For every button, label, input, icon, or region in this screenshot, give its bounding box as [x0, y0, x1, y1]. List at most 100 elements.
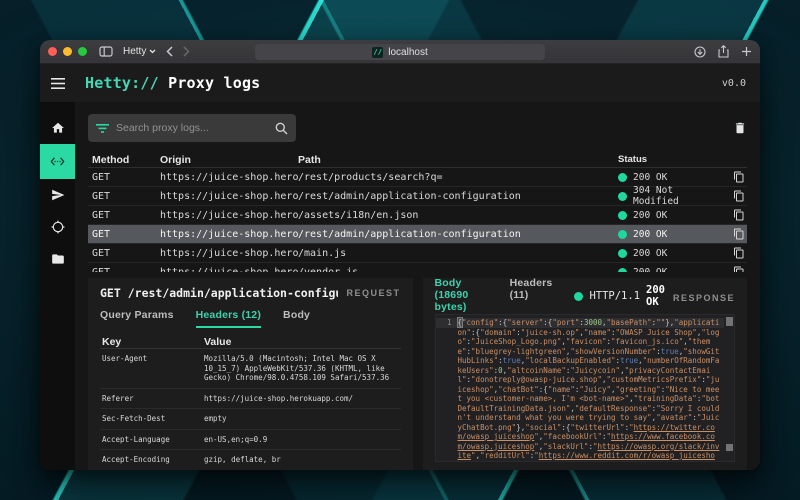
request-title: GET /rest/admin/application-configuratio… — [100, 286, 338, 300]
trash-icon — [733, 121, 747, 135]
request-tab[interactable]: Query Params — [100, 309, 174, 328]
chevron-down-icon — [149, 49, 156, 54]
filter-icon[interactable] — [96, 124, 109, 133]
header-row: User-Agent Mozilla/5.0 (Macintosh; Intel… — [100, 349, 401, 389]
table-row[interactable]: GET https://juice-shop.herokuapp.com /ma… — [88, 244, 747, 263]
status-dot — [618, 211, 627, 220]
header-key: Sec-Fetch-Dest — [100, 414, 204, 424]
row-origin: https://juice-shop.herokuapp.com — [160, 172, 298, 183]
copy-button[interactable] — [733, 247, 745, 259]
copy-button[interactable] — [733, 171, 745, 183]
sidebar-item-scope[interactable] — [40, 211, 75, 243]
table-row[interactable]: GET https://juice-shop.herokuapp.com /re… — [88, 187, 747, 206]
header-key: User-Agent — [100, 354, 204, 383]
copy-icon — [733, 209, 745, 221]
clear-logs-button[interactable] — [733, 121, 747, 135]
browser-sidebar-toggle-icon[interactable] — [99, 46, 113, 57]
request-pane: GET /rest/admin/application-configuratio… — [88, 278, 413, 470]
row-status: 200 OK — [618, 172, 723, 183]
sidebar-item-projects[interactable] — [40, 243, 75, 275]
editor-scrollbar[interactable] — [725, 317, 733, 459]
zoom-window-button[interactable] — [78, 47, 87, 56]
minimize-window-button[interactable] — [63, 47, 72, 56]
col-status: Status — [618, 154, 723, 165]
traffic-lights — [48, 47, 87, 56]
table-row[interactable]: GET https://juice-shop.herokuapp.com /as… — [88, 206, 747, 225]
search-input[interactable] — [116, 122, 268, 134]
brand-label: Hetty:// — [85, 74, 159, 92]
response-tabs-row: Body (18690 bytes)Headers (11) HTTP/1.1 … — [435, 288, 736, 308]
browser-window: Hetty // localhost — [40, 40, 760, 470]
table-row[interactable]: GET https://juice-shop.herokuapp.com /re… — [88, 225, 747, 244]
request-tab[interactable]: Body — [283, 309, 310, 328]
status-dot — [618, 173, 627, 182]
request-tab[interactable]: Headers (12) — [196, 309, 261, 328]
search-box[interactable] — [88, 114, 296, 142]
row-method: GET — [88, 210, 160, 221]
header-key: Accept-Encoding — [100, 455, 204, 465]
col-method: Method — [88, 154, 160, 166]
header-value: en-US,en;q=0.9 — [204, 435, 401, 445]
row-status: 200 OK — [618, 229, 723, 240]
app-menu-label: Hetty — [123, 46, 146, 57]
menu-icon[interactable] — [40, 78, 75, 89]
header-row: Referer https://juice-shop.herokuapp.com… — [100, 389, 401, 410]
table-row[interactable]: GET https://juice-shop.herokuapp.com /ve… — [88, 263, 747, 272]
response-body-editor[interactable]: 1 {"config":{"server":{"port":3000,"base… — [435, 314, 736, 462]
scrollbar-thumb-bottom[interactable] — [726, 444, 733, 451]
downloads-icon[interactable] — [694, 46, 706, 58]
header-value: Mozilla/5.0 (Macintosh; Intel Mac OS X 1… — [204, 354, 401, 383]
copy-icon — [733, 228, 745, 240]
scrollbar-thumb[interactable] — [726, 317, 733, 326]
back-button[interactable] — [166, 46, 173, 57]
row-method: GET — [88, 172, 160, 183]
address-bar[interactable]: // localhost — [255, 44, 545, 60]
copy-icon — [733, 247, 745, 259]
row-origin: https://juice-shop.herokuapp.com — [160, 267, 298, 273]
response-pane: Body (18690 bytes)Headers (11) HTTP/1.1 … — [423, 278, 748, 470]
sidebar-item-home[interactable] — [40, 112, 75, 144]
copy-button[interactable] — [733, 228, 745, 240]
header-key: Referer — [100, 394, 204, 404]
status-dot — [618, 249, 627, 258]
close-window-button[interactable] — [48, 47, 57, 56]
row-path: /vendor.js — [298, 267, 618, 273]
row-origin: https://juice-shop.herokuapp.com — [160, 229, 298, 240]
copy-button[interactable] — [733, 209, 745, 221]
version-label: v0.0 — [722, 78, 746, 89]
page-title: Hetty:// Proxy logs — [85, 74, 260, 92]
site-favicon: // — [372, 47, 383, 58]
row-path: /rest/admin/application-configuration — [298, 229, 618, 240]
log-table-header: Method Origin Path Status — [88, 152, 747, 168]
copy-icon — [733, 171, 745, 183]
header-row: Accept-Encoding gzip, deflate, br — [100, 450, 401, 470]
row-origin: https://juice-shop.herokuapp.com — [160, 191, 298, 202]
sidebar-item-proxy-logs[interactable] — [40, 144, 75, 179]
row-path: /main.js — [298, 248, 618, 259]
col-origin: Origin — [160, 154, 298, 166]
search-icon[interactable] — [275, 122, 288, 135]
response-status: HTTP/1.1 200 OK — [574, 284, 665, 312]
send-icon — [51, 188, 65, 202]
proxy-logs-icon — [50, 154, 65, 169]
row-status: 200 OK — [618, 210, 723, 221]
page-label: Proxy logs — [168, 74, 260, 92]
header-key: Accept-Language — [100, 435, 204, 445]
row-status: 200 OK — [618, 248, 723, 259]
header-value: empty — [204, 414, 401, 424]
copy-button[interactable] — [733, 190, 745, 202]
row-path: /rest/products/search?q= — [298, 172, 618, 183]
browser-app-menu[interactable]: Hetty — [123, 46, 156, 57]
share-icon[interactable] — [718, 45, 729, 58]
home-icon — [51, 121, 65, 135]
row-status: 304 Not Modified — [618, 185, 723, 207]
address-bar-url: localhost — [388, 47, 427, 58]
row-method: GET — [88, 229, 160, 240]
line-number-gutter: 1 — [436, 318, 458, 461]
main-content: Method Origin Path Status GET https://ju… — [75, 102, 760, 470]
new-tab-icon[interactable] — [741, 46, 752, 57]
request-tabs: Query Params Headers (12) Body — [100, 308, 401, 328]
sidebar-item-sender[interactable] — [40, 179, 75, 211]
copy-button[interactable] — [733, 266, 745, 272]
forward-button[interactable] — [183, 46, 190, 57]
